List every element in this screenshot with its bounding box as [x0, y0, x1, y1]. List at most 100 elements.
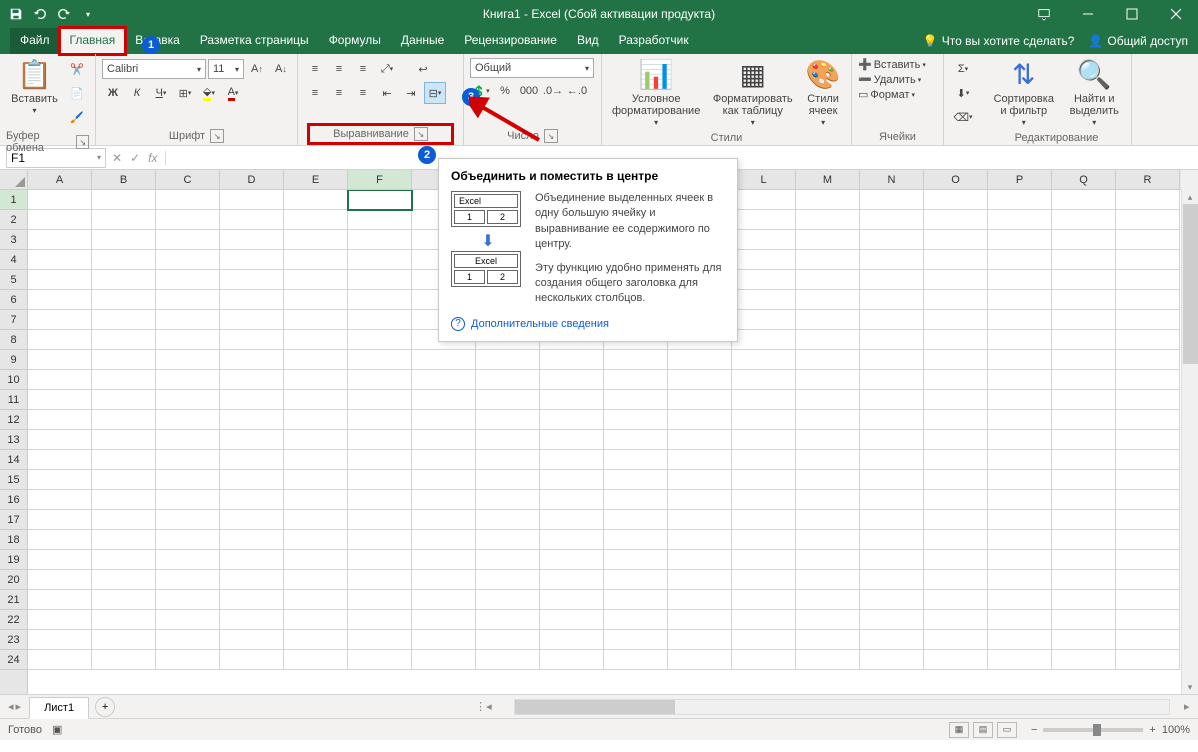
- cell[interactable]: [860, 230, 924, 250]
- view-page-layout-button[interactable]: ▤: [973, 722, 993, 738]
- cell[interactable]: [988, 310, 1052, 330]
- zoom-level[interactable]: 100%: [1162, 724, 1190, 736]
- number-dialog-launcher[interactable]: ↘: [544, 129, 558, 143]
- cell[interactable]: [92, 250, 156, 270]
- cell[interactable]: [732, 630, 796, 650]
- cell[interactable]: [540, 350, 604, 370]
- cell[interactable]: [604, 550, 668, 570]
- cell[interactable]: [860, 510, 924, 530]
- cell[interactable]: [476, 370, 540, 390]
- cell[interactable]: [28, 610, 92, 630]
- cell[interactable]: [988, 510, 1052, 530]
- cell[interactable]: [732, 550, 796, 570]
- row-header[interactable]: 6: [0, 290, 27, 310]
- cell[interactable]: [1116, 530, 1180, 550]
- cell[interactable]: [540, 590, 604, 610]
- redo-icon[interactable]: [56, 6, 72, 22]
- format-cells-button[interactable]: ▭Формат▾: [858, 88, 915, 101]
- cell[interactable]: [220, 230, 284, 250]
- cell[interactable]: [476, 350, 540, 370]
- cell[interactable]: [1052, 290, 1116, 310]
- cell[interactable]: [988, 230, 1052, 250]
- row-header[interactable]: 12: [0, 410, 27, 430]
- cell[interactable]: [284, 410, 348, 430]
- cell[interactable]: [540, 450, 604, 470]
- cell[interactable]: [92, 610, 156, 630]
- cell[interactable]: [732, 590, 796, 610]
- cell[interactable]: [476, 590, 540, 610]
- cell[interactable]: [732, 530, 796, 550]
- cell[interactable]: [348, 290, 412, 310]
- cell[interactable]: [348, 370, 412, 390]
- tab-data[interactable]: Данные: [391, 28, 454, 54]
- cell[interactable]: [92, 310, 156, 330]
- enter-formula-icon[interactable]: ✓: [130, 151, 140, 165]
- cell[interactable]: [604, 490, 668, 510]
- decrease-font-button[interactable]: A↓: [270, 58, 292, 80]
- cell[interactable]: [540, 390, 604, 410]
- cell[interactable]: [540, 490, 604, 510]
- cell[interactable]: [1052, 410, 1116, 430]
- cell[interactable]: [156, 510, 220, 530]
- cell[interactable]: [732, 490, 796, 510]
- font-color-button[interactable]: A▾: [222, 82, 244, 104]
- cell[interactable]: [28, 190, 92, 210]
- macro-record-icon[interactable]: ▣: [52, 723, 62, 736]
- cell[interactable]: [988, 210, 1052, 230]
- cell[interactable]: [92, 470, 156, 490]
- cell[interactable]: [988, 470, 1052, 490]
- cell[interactable]: [732, 650, 796, 670]
- cell[interactable]: [604, 610, 668, 630]
- cell[interactable]: [28, 470, 92, 490]
- cell[interactable]: [604, 410, 668, 430]
- cell[interactable]: [860, 390, 924, 410]
- cell[interactable]: [1052, 250, 1116, 270]
- cell[interactable]: [28, 230, 92, 250]
- row-header[interactable]: 8: [0, 330, 27, 350]
- cell[interactable]: [284, 330, 348, 350]
- cell[interactable]: [220, 490, 284, 510]
- cell[interactable]: [28, 550, 92, 570]
- cell[interactable]: [924, 610, 988, 630]
- cell[interactable]: [156, 290, 220, 310]
- cell[interactable]: [860, 210, 924, 230]
- indent-dec-button[interactable]: ⇤: [376, 82, 398, 104]
- cell[interactable]: [732, 450, 796, 470]
- cell[interactable]: [348, 390, 412, 410]
- row-header[interactable]: 19: [0, 550, 27, 570]
- cell[interactable]: [1116, 230, 1180, 250]
- thousands-button[interactable]: 000: [518, 80, 540, 102]
- cell[interactable]: [284, 290, 348, 310]
- cell[interactable]: [348, 530, 412, 550]
- cell[interactable]: [668, 390, 732, 410]
- cell[interactable]: [1052, 630, 1116, 650]
- cell[interactable]: [1116, 310, 1180, 330]
- select-all-corner[interactable]: [0, 170, 28, 190]
- column-header[interactable]: P: [988, 170, 1052, 189]
- italic-button[interactable]: К: [126, 82, 148, 104]
- format-as-table-button[interactable]: ▦Форматировать как таблицу▾: [708, 58, 797, 130]
- row-header[interactable]: 18: [0, 530, 27, 550]
- clear-button[interactable]: ⌫▾: [952, 106, 974, 128]
- cell[interactable]: [860, 470, 924, 490]
- cell[interactable]: [732, 250, 796, 270]
- align-center-button[interactable]: ≡: [328, 82, 350, 104]
- tab-file[interactable]: Файл: [10, 28, 60, 54]
- cell[interactable]: [220, 510, 284, 530]
- cell-styles-button[interactable]: 🎨Стили ячеек▾: [801, 58, 845, 130]
- cell[interactable]: [412, 350, 476, 370]
- cell[interactable]: [156, 430, 220, 450]
- cell[interactable]: [412, 570, 476, 590]
- cell[interactable]: [924, 390, 988, 410]
- cell[interactable]: [988, 530, 1052, 550]
- cell[interactable]: [284, 590, 348, 610]
- cell[interactable]: [732, 330, 796, 350]
- cell[interactable]: [220, 650, 284, 670]
- cell[interactable]: [284, 470, 348, 490]
- cell[interactable]: [604, 590, 668, 610]
- cell[interactable]: [156, 310, 220, 330]
- cell[interactable]: [988, 650, 1052, 670]
- cell[interactable]: [220, 470, 284, 490]
- cell[interactable]: [1116, 490, 1180, 510]
- cell[interactable]: [348, 490, 412, 510]
